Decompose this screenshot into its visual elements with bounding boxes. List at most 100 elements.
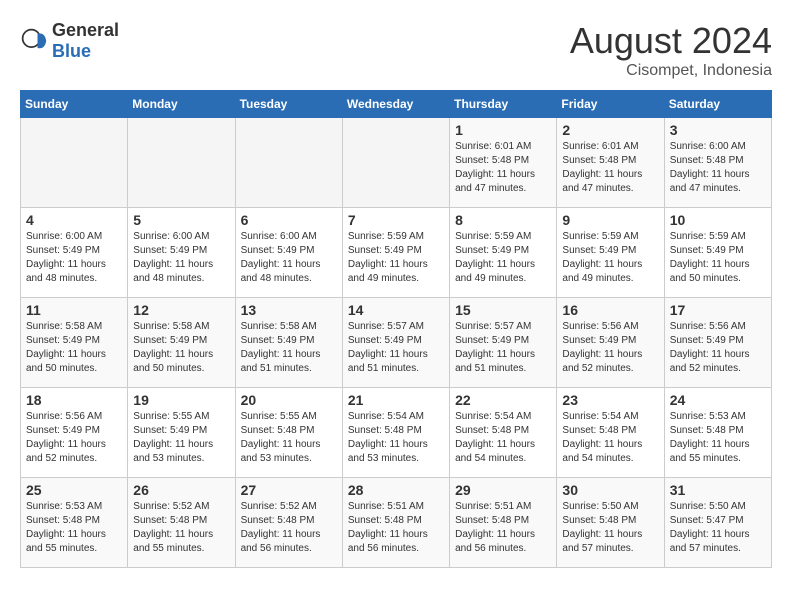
calendar-week-row: 18Sunrise: 5:56 AM Sunset: 5:49 PM Dayli… bbox=[21, 388, 772, 478]
day-number: 31 bbox=[670, 482, 766, 498]
logo-text-blue: Blue bbox=[52, 41, 91, 61]
calendar-cell bbox=[21, 118, 128, 208]
calendar-cell: 15 Sunrise: 5:57 AM Sunset: 5:49 PM Dayli… bbox=[450, 298, 557, 388]
calendar-cell: 28 Sunrise: 5:51 AM Sunset: 5:48 PM Dayli… bbox=[342, 478, 449, 568]
calendar-week-row: 1Sunrise: 6:01 AM Sunset: 5:48 PM Daylig… bbox=[21, 118, 772, 208]
day-info: Sunrise: 6:01 AM Sunset: 5:48 PM Dayligh… bbox=[562, 140, 658, 196]
calendar-cell: 8 Sunrise: 5:59 AM Sunset: 5:49 PM Daylig… bbox=[450, 208, 557, 298]
calendar-header-row: SundayMondayTuesdayWednesdayThursdayFrid… bbox=[21, 91, 772, 118]
calendar-cell: 16 Sunrise: 5:56 AM Sunset: 5:49 PM Dayli… bbox=[557, 298, 664, 388]
day-info: Sunrise: 6:00 AM Sunset: 5:49 PM Dayligh… bbox=[241, 230, 337, 286]
logo-text-general: General bbox=[52, 20, 119, 40]
calendar-cell: 4 Sunrise: 6:00 AM Sunset: 5:49 PM Daylig… bbox=[21, 208, 128, 298]
day-info: Sunrise: 5:53 AM Sunset: 5:48 PM Dayligh… bbox=[26, 500, 122, 556]
day-number: 26 bbox=[133, 482, 229, 498]
calendar-cell: 31Sunrise: 5:50 AM Sunset: 5:47 PM Dayli… bbox=[664, 478, 771, 568]
calendar-table: SundayMondayTuesdayWednesdayThursdayFrid… bbox=[20, 90, 772, 568]
calendar-cell: 3Sunrise: 6:00 AM Sunset: 5:48 PM Daylig… bbox=[664, 118, 771, 208]
day-info: Sunrise: 5:50 AM Sunset: 5:48 PM Dayligh… bbox=[562, 500, 658, 556]
day-info: Sunrise: 6:01 AM Sunset: 5:48 PM Dayligh… bbox=[455, 140, 551, 196]
logo-icon bbox=[20, 27, 48, 55]
calendar-cell: 20 Sunrise: 5:55 AM Sunset: 5:48 PM Dayli… bbox=[235, 388, 342, 478]
day-info: Sunrise: 5:51 AM Sunset: 5:48 PM Dayligh… bbox=[348, 500, 444, 556]
calendar-cell: 11 Sunrise: 5:58 AM Sunset: 5:49 PM Dayli… bbox=[21, 298, 128, 388]
day-number: 22 bbox=[455, 392, 551, 408]
calendar-cell: 21 Sunrise: 5:54 AM Sunset: 5:48 PM Dayli… bbox=[342, 388, 449, 478]
day-number: 28 bbox=[348, 482, 444, 498]
weekday-header-wednesday: Wednesday bbox=[342, 91, 449, 118]
day-number: 27 bbox=[241, 482, 337, 498]
calendar-cell: 19 Sunrise: 5:55 AM Sunset: 5:49 PM Dayli… bbox=[128, 388, 235, 478]
calendar-cell: 22Sunrise: 5:54 AM Sunset: 5:48 PM Dayli… bbox=[450, 388, 557, 478]
calendar-cell: 14 Sunrise: 5:57 AM Sunset: 5:49 PM Dayli… bbox=[342, 298, 449, 388]
day-info: Sunrise: 5:58 AM Sunset: 5:49 PM Dayligh… bbox=[26, 320, 122, 376]
day-info: Sunrise: 5:59 AM Sunset: 5:49 PM Dayligh… bbox=[562, 230, 658, 286]
day-info: Sunrise: 5:57 AM Sunset: 5:49 PM Dayligh… bbox=[348, 320, 444, 376]
day-info: Sunrise: 5:58 AM Sunset: 5:49 PM Dayligh… bbox=[241, 320, 337, 376]
day-number: 15 bbox=[455, 302, 551, 318]
calendar-cell: 7Sunrise: 5:59 AM Sunset: 5:49 PM Daylig… bbox=[342, 208, 449, 298]
day-info: Sunrise: 5:58 AM Sunset: 5:49 PM Dayligh… bbox=[133, 320, 229, 376]
day-info: Sunrise: 5:56 AM Sunset: 5:49 PM Dayligh… bbox=[26, 410, 122, 466]
day-number: 14 bbox=[348, 302, 444, 318]
day-number: 12 bbox=[133, 302, 229, 318]
calendar-cell: 9Sunrise: 5:59 AM Sunset: 5:49 PM Daylig… bbox=[557, 208, 664, 298]
day-info: Sunrise: 5:56 AM Sunset: 5:49 PM Dayligh… bbox=[670, 320, 766, 376]
day-number: 4 bbox=[26, 212, 122, 228]
day-info: Sunrise: 5:59 AM Sunset: 5:49 PM Dayligh… bbox=[348, 230, 444, 286]
weekday-header-monday: Monday bbox=[128, 91, 235, 118]
calendar-cell: 24 Sunrise: 5:53 AM Sunset: 5:48 PM Dayli… bbox=[664, 388, 771, 478]
calendar-cell: 2 Sunrise: 6:01 AM Sunset: 5:48 PM Daylig… bbox=[557, 118, 664, 208]
calendar-cell: 13 Sunrise: 5:58 AM Sunset: 5:49 PM Dayli… bbox=[235, 298, 342, 388]
weekday-header-saturday: Saturday bbox=[664, 91, 771, 118]
month-title: August 2024 bbox=[570, 20, 772, 62]
day-info: Sunrise: 5:56 AM Sunset: 5:49 PM Dayligh… bbox=[562, 320, 658, 376]
calendar-cell: 18Sunrise: 5:56 AM Sunset: 5:49 PM Dayli… bbox=[21, 388, 128, 478]
weekday-header-thursday: Thursday bbox=[450, 91, 557, 118]
day-info: Sunrise: 5:55 AM Sunset: 5:48 PM Dayligh… bbox=[241, 410, 337, 466]
day-number: 29 bbox=[455, 482, 551, 498]
calendar-week-row: 4 Sunrise: 6:00 AM Sunset: 5:49 PM Daylig… bbox=[21, 208, 772, 298]
title-area: August 2024 Cisompet, Indonesia bbox=[570, 20, 772, 80]
day-number: 21 bbox=[348, 392, 444, 408]
day-number: 8 bbox=[455, 212, 551, 228]
calendar-cell: 23Sunrise: 5:54 AM Sunset: 5:48 PM Dayli… bbox=[557, 388, 664, 478]
weekday-header-tuesday: Tuesday bbox=[235, 91, 342, 118]
day-info: Sunrise: 5:57 AM Sunset: 5:49 PM Dayligh… bbox=[455, 320, 551, 376]
day-number: 11 bbox=[26, 302, 122, 318]
calendar-cell: 29 Sunrise: 5:51 AM Sunset: 5:48 PM Dayli… bbox=[450, 478, 557, 568]
calendar-week-row: 25 Sunrise: 5:53 AM Sunset: 5:48 PM Dayli… bbox=[21, 478, 772, 568]
day-number: 20 bbox=[241, 392, 337, 408]
calendar-cell bbox=[342, 118, 449, 208]
day-info: Sunrise: 5:51 AM Sunset: 5:48 PM Dayligh… bbox=[455, 500, 551, 556]
day-info: Sunrise: 5:54 AM Sunset: 5:48 PM Dayligh… bbox=[348, 410, 444, 466]
day-info: Sunrise: 5:52 AM Sunset: 5:48 PM Dayligh… bbox=[241, 500, 337, 556]
day-number: 16 bbox=[562, 302, 658, 318]
day-number: 17 bbox=[670, 302, 766, 318]
calendar-cell: 1Sunrise: 6:01 AM Sunset: 5:48 PM Daylig… bbox=[450, 118, 557, 208]
day-info: Sunrise: 5:59 AM Sunset: 5:49 PM Dayligh… bbox=[670, 230, 766, 286]
calendar-cell: 17 Sunrise: 5:56 AM Sunset: 5:49 PM Dayli… bbox=[664, 298, 771, 388]
weekday-header-sunday: Sunday bbox=[21, 91, 128, 118]
day-info: Sunrise: 5:52 AM Sunset: 5:48 PM Dayligh… bbox=[133, 500, 229, 556]
day-number: 13 bbox=[241, 302, 337, 318]
calendar-cell: 30Sunrise: 5:50 AM Sunset: 5:48 PM Dayli… bbox=[557, 478, 664, 568]
calendar-cell: 6Sunrise: 6:00 AM Sunset: 5:49 PM Daylig… bbox=[235, 208, 342, 298]
calendar-week-row: 11 Sunrise: 5:58 AM Sunset: 5:49 PM Dayli… bbox=[21, 298, 772, 388]
day-number: 5 bbox=[133, 212, 229, 228]
weekday-header-friday: Friday bbox=[557, 91, 664, 118]
page-header: General Blue August 2024 Cisompet, Indon… bbox=[20, 20, 772, 80]
day-number: 24 bbox=[670, 392, 766, 408]
day-info: Sunrise: 6:00 AM Sunset: 5:48 PM Dayligh… bbox=[670, 140, 766, 196]
day-number: 10 bbox=[670, 212, 766, 228]
day-number: 19 bbox=[133, 392, 229, 408]
day-info: Sunrise: 5:55 AM Sunset: 5:49 PM Dayligh… bbox=[133, 410, 229, 466]
day-number: 25 bbox=[26, 482, 122, 498]
day-info: Sunrise: 6:00 AM Sunset: 5:49 PM Dayligh… bbox=[26, 230, 122, 286]
day-info: Sunrise: 6:00 AM Sunset: 5:49 PM Dayligh… bbox=[133, 230, 229, 286]
day-info: Sunrise: 5:59 AM Sunset: 5:49 PM Dayligh… bbox=[455, 230, 551, 286]
day-info: Sunrise: 5:53 AM Sunset: 5:48 PM Dayligh… bbox=[670, 410, 766, 466]
logo: General Blue bbox=[20, 20, 119, 62]
day-number: 2 bbox=[562, 122, 658, 138]
calendar-cell bbox=[128, 118, 235, 208]
